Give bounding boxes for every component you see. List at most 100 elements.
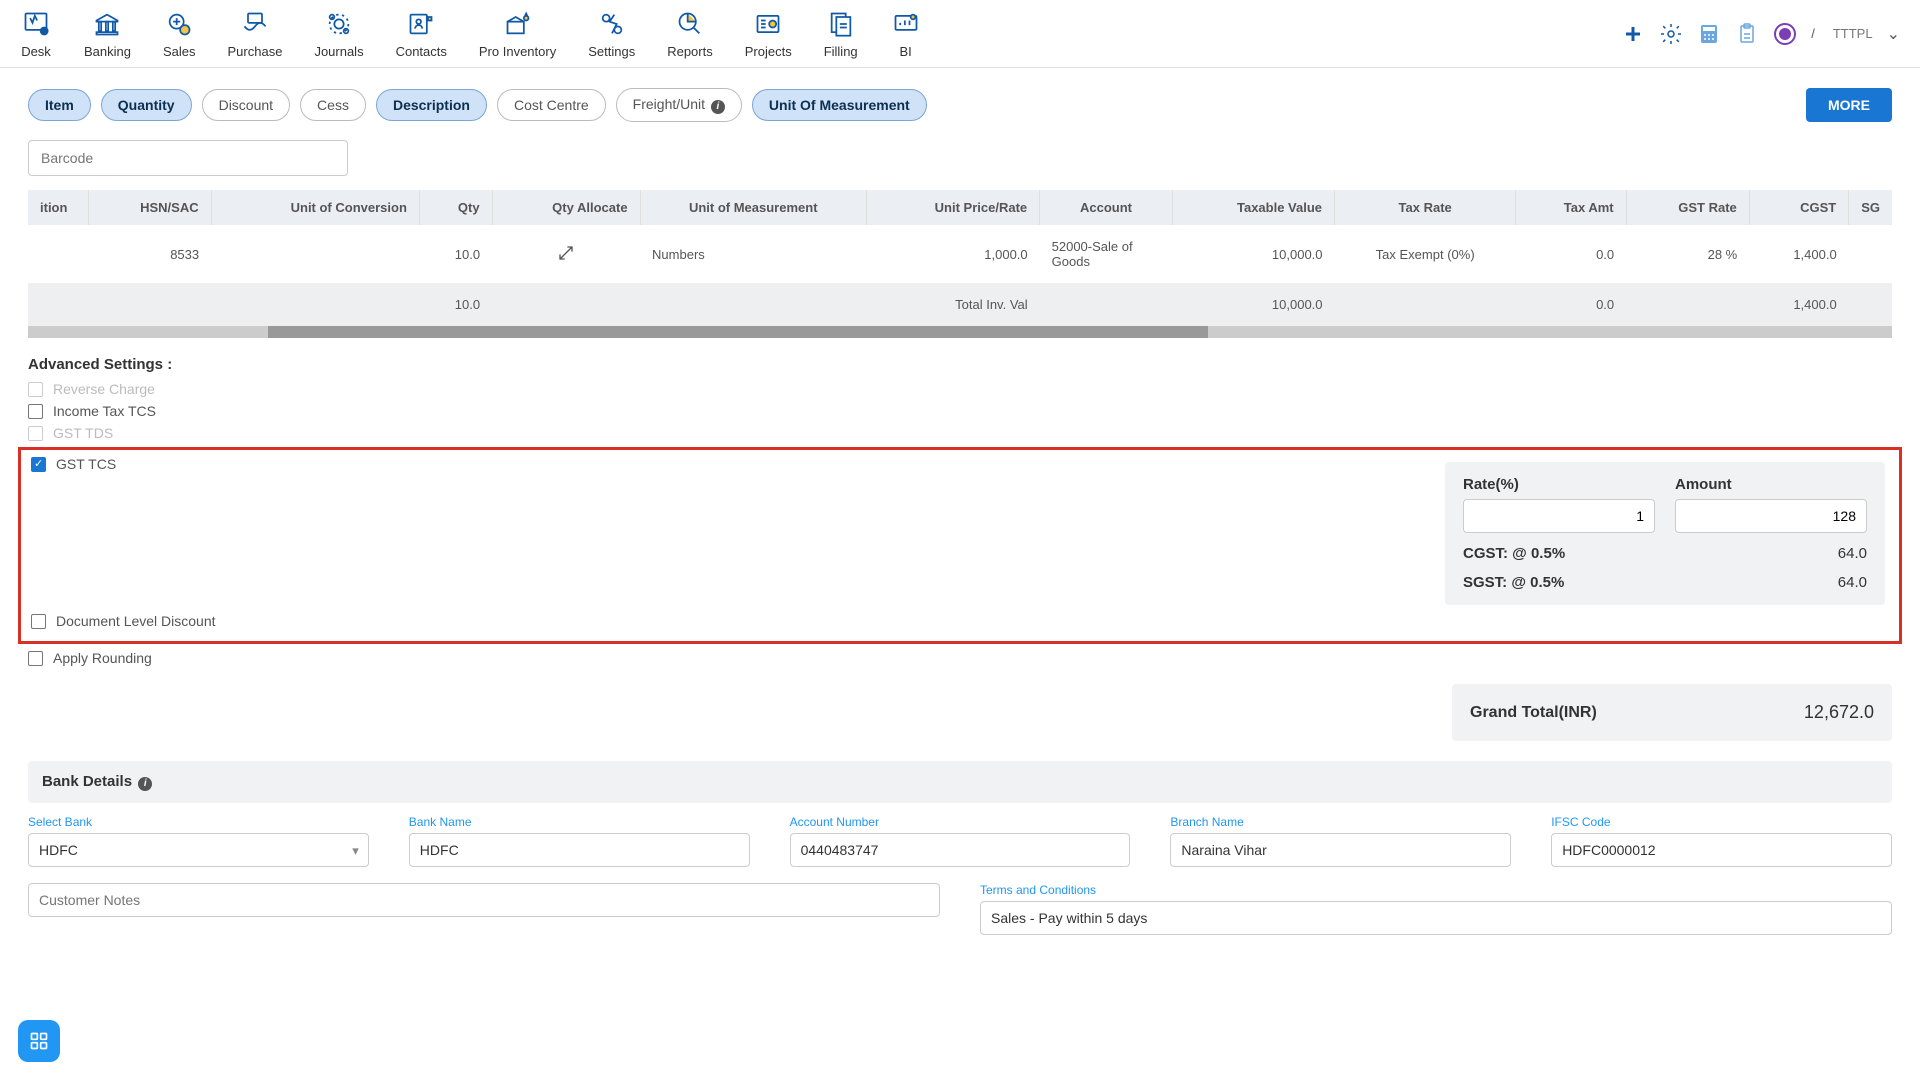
- th-qty: Qty: [419, 190, 492, 225]
- table-row[interactable]: 8533 10.0 Numbers 1,000.0 52000-Sale of …: [28, 225, 1892, 283]
- th-hsn: HSN/SAC: [88, 190, 211, 225]
- calculator-icon[interactable]: [1697, 22, 1721, 46]
- chevron-down-icon[interactable]: ▾: [352, 843, 359, 859]
- company-dropdown[interactable]: ⌄: [1887, 24, 1900, 44]
- th-unitprice: Unit Price/Rate: [866, 190, 1039, 225]
- th-taxamt: Tax Amt: [1516, 190, 1626, 225]
- advanced-settings: Advanced Settings : Reverse Charge Incom…: [28, 356, 1892, 666]
- bank-name-input[interactable]: [409, 833, 750, 867]
- banking-icon: [91, 8, 123, 40]
- nav-sales[interactable]: Sales: [163, 8, 196, 59]
- more-button[interactable]: MORE: [1806, 88, 1892, 122]
- branch-name-label: Branch Name: [1170, 815, 1511, 829]
- ifsc-label: IFSC Code: [1551, 815, 1892, 829]
- account-number-input[interactable]: [790, 833, 1131, 867]
- gear-icon[interactable]: [1659, 22, 1683, 46]
- apply-rounding-label: Apply Rounding: [53, 650, 152, 666]
- nav-projects[interactable]: Projects: [745, 8, 792, 59]
- gst-tcs-panel: Rate(%) Amount CGST: @ 0.5% 64.0 SGST: [1445, 462, 1885, 605]
- terms-input[interactable]: [980, 901, 1892, 935]
- adv-title: Advanced Settings :: [28, 356, 1892, 373]
- grand-total-panel: Grand Total(INR) 12,672.0: [1452, 684, 1892, 741]
- pill-description[interactable]: Description: [376, 89, 487, 121]
- table-scroll-container: ition HSN/SAC Unit of Conversion Qty Qty…: [28, 190, 1892, 338]
- tcs-sgst-label: SGST: @ 0.5%: [1463, 574, 1564, 591]
- filling-icon: [825, 8, 857, 40]
- tcs-rate-label: Rate(%): [1463, 476, 1655, 493]
- th-account: Account: [1040, 190, 1173, 225]
- sales-icon: [163, 8, 195, 40]
- desk-icon: [20, 8, 52, 40]
- income-tax-tcs-checkbox[interactable]: [28, 404, 43, 419]
- apps-fab[interactable]: [18, 1020, 60, 1062]
- items-table: ition HSN/SAC Unit of Conversion Qty Qty…: [28, 190, 1892, 326]
- inventory-icon: [502, 8, 534, 40]
- barcode-input[interactable]: [28, 140, 348, 176]
- nav-proinventory[interactable]: Pro Inventory: [479, 8, 556, 59]
- select-bank-input[interactable]: [28, 833, 369, 867]
- account-number-label: Account Number: [790, 815, 1131, 829]
- nav-reports[interactable]: Reports: [667, 8, 713, 59]
- grand-total-label: Grand Total(INR): [1470, 704, 1597, 722]
- contacts-icon: [405, 8, 437, 40]
- clipboard-icon[interactable]: [1735, 22, 1759, 46]
- pill-costcentre[interactable]: Cost Centre: [497, 89, 606, 121]
- nav-filling[interactable]: Filling: [824, 8, 858, 59]
- reports-icon: [674, 8, 706, 40]
- th-ition: ition: [28, 190, 88, 225]
- qty-allocate-icon[interactable]: [492, 225, 640, 283]
- th-taxable: Taxable Value: [1172, 190, 1334, 225]
- pill-uom[interactable]: Unit Of Measurement: [752, 89, 927, 121]
- th-taxrate: Tax Rate: [1335, 190, 1516, 225]
- gst-tcs-checkbox[interactable]: [31, 457, 46, 472]
- nav-purchase[interactable]: Purchase: [228, 8, 283, 59]
- bank-details-header: Bank Details i: [28, 761, 1892, 803]
- pill-cess[interactable]: Cess: [300, 89, 366, 121]
- nav-journals[interactable]: Journals: [314, 8, 363, 59]
- company-name: TTTPL: [1833, 26, 1873, 41]
- gst-tcs-label: GST TCS: [56, 456, 116, 472]
- horizontal-scrollbar[interactable]: [268, 326, 1208, 338]
- tcs-cgst-value: 64.0: [1838, 545, 1867, 562]
- pill-discount[interactable]: Discount: [202, 89, 290, 121]
- tcs-rate-input[interactable]: [1463, 499, 1655, 533]
- apply-rounding-checkbox[interactable]: [28, 651, 43, 666]
- customer-notes-input[interactable]: [28, 883, 940, 917]
- th-cgst: CGST: [1749, 190, 1848, 225]
- journals-icon: [323, 8, 355, 40]
- th-gstrate: GST Rate: [1626, 190, 1749, 225]
- income-tax-tcs-label: Income Tax TCS: [53, 403, 156, 419]
- gst-tcs-highlighted-box: GST TCS Rate(%) Amount: [18, 447, 1902, 644]
- bi-icon: [890, 8, 922, 40]
- info-icon[interactable]: i: [138, 777, 152, 791]
- nav-banking[interactable]: Banking: [84, 8, 131, 59]
- select-bank-label: Select Bank: [28, 815, 369, 829]
- th-qtyalloc: Qty Allocate: [492, 190, 640, 225]
- add-icon[interactable]: [1621, 22, 1645, 46]
- top-nav: Desk Banking Sales Purchase Journals Con…: [0, 0, 1920, 68]
- nav-desk[interactable]: Desk: [20, 8, 52, 59]
- purchase-icon: [239, 8, 271, 40]
- info-icon: i: [711, 100, 725, 114]
- nav-contacts[interactable]: Contacts: [396, 8, 447, 59]
- tcs-cgst-label: CGST: @ 0.5%: [1463, 545, 1565, 562]
- bank-details-section: Bank Details i Select Bank ▾ Bank Name A…: [28, 761, 1892, 935]
- pill-quantity[interactable]: Quantity: [101, 89, 192, 121]
- pill-item[interactable]: Item: [28, 89, 91, 121]
- doc-discount-checkbox[interactable]: [31, 614, 46, 629]
- pills-row: Item Quantity Discount Cess Description …: [28, 88, 1892, 122]
- nav-settings[interactable]: Settings: [588, 8, 635, 59]
- new-badge-icon[interactable]: [1773, 22, 1797, 46]
- ifsc-input[interactable]: [1551, 833, 1892, 867]
- nav-bi[interactable]: BI: [890, 8, 922, 59]
- reverse-charge-checkbox: [28, 382, 43, 397]
- bank-name-label: Bank Name: [409, 815, 750, 829]
- tcs-amount-label: Amount: [1675, 476, 1867, 493]
- grand-total-value: 12,672.0: [1804, 702, 1874, 723]
- branch-name-input[interactable]: [1170, 833, 1511, 867]
- th-sg: SG: [1849, 190, 1892, 225]
- total-row: 10.0 Total Inv. Val 10,000.0 0.0 1,400.0: [28, 283, 1892, 326]
- pill-freight[interactable]: Freight/Unit i: [616, 88, 742, 122]
- reverse-charge-label: Reverse Charge: [53, 381, 155, 397]
- tcs-amount-input[interactable]: [1675, 499, 1867, 533]
